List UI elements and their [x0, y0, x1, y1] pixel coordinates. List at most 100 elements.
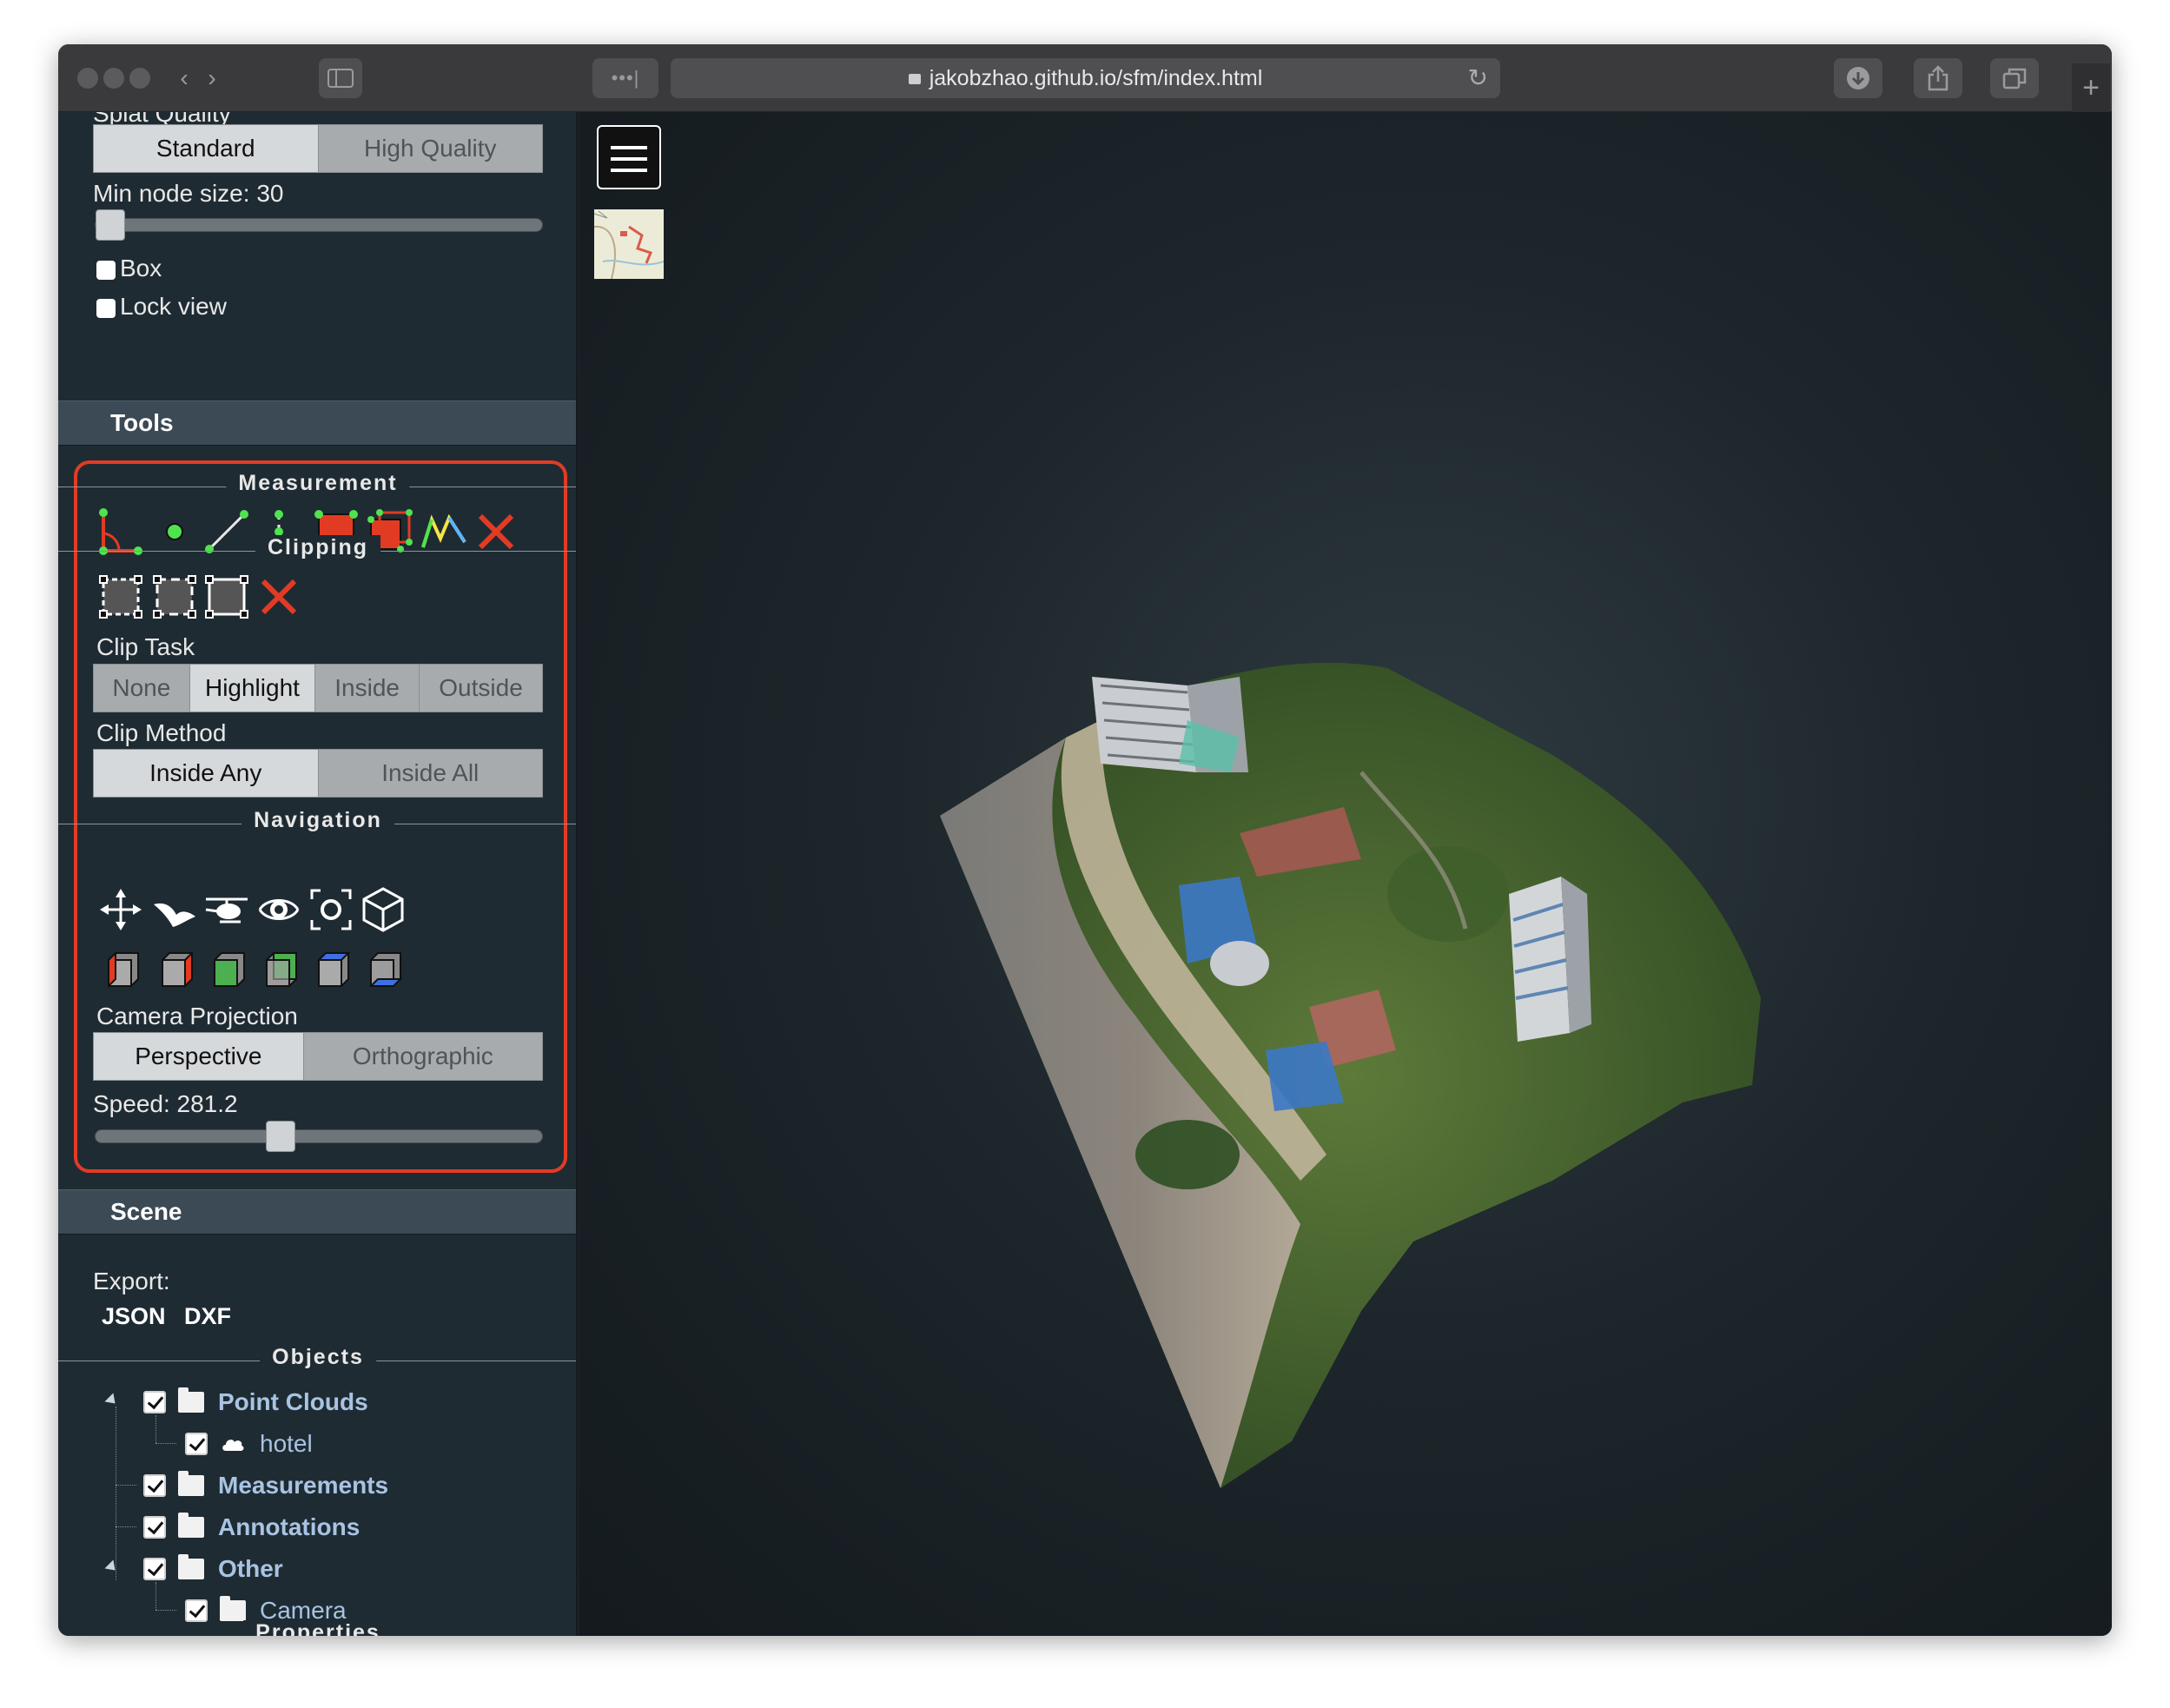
clip-volume-icon[interactable]	[96, 573, 145, 621]
measurements-checkbox[interactable]	[143, 1474, 166, 1497]
scene-section-header[interactable]: Scene	[58, 1189, 576, 1235]
sidebar: Splat Quality Standard High Quality Min …	[58, 112, 578, 1636]
navigation-title: Navigation	[241, 808, 394, 833]
earth-controls-icon[interactable]	[96, 885, 145, 934]
bottom-view-icon[interactable]	[359, 946, 407, 995]
box-checkbox[interactable]	[96, 261, 116, 280]
orthographic-button[interactable]: Orthographic	[303, 1033, 542, 1080]
objects-title: Objects	[260, 1345, 376, 1370]
point-cloud-render[interactable]	[579, 112, 2112, 1636]
share-button[interactable]	[1914, 58, 1962, 98]
clip-polygon-icon[interactable]	[150, 573, 199, 621]
right-view-icon[interactable]	[150, 946, 199, 995]
lock-view-checkbox[interactable]	[96, 299, 116, 318]
sidebar-toggle-button[interactable]	[319, 58, 362, 98]
point-cloud-viewer[interactable]	[579, 112, 2112, 1636]
tree-cluster	[1387, 846, 1509, 942]
measurement-title: Measurement	[226, 471, 410, 496]
reload-icon[interactable]: ↻	[1468, 58, 1488, 98]
focus-icon[interactable]	[307, 885, 355, 934]
tree-item-label: Point Clouds	[218, 1388, 368, 1415]
tree-item-label: hotel	[260, 1430, 313, 1457]
other-checkbox[interactable]	[143, 1558, 166, 1580]
tabs-overview-button[interactable]	[1990, 58, 2039, 98]
folder-icon	[178, 1513, 204, 1538]
export-dxf-link[interactable]: DXF	[184, 1303, 231, 1330]
tree-item-label: Other	[218, 1555, 283, 1582]
splat-high-quality-button[interactable]: High Quality	[318, 125, 542, 172]
close-window-button[interactable]	[77, 68, 98, 89]
forward-icon[interactable]: ›	[199, 58, 225, 98]
download-icon	[1847, 67, 1869, 89]
orbit-controls-icon[interactable]	[255, 885, 303, 934]
url-text: jakobzhao.github.io/sfm/index.html	[929, 66, 1263, 90]
tree-item-measurements[interactable]: Measurements	[143, 1466, 388, 1505]
clip-screen-box-icon[interactable]	[202, 573, 251, 621]
folder-icon	[178, 1471, 204, 1496]
back-view-icon[interactable]	[255, 946, 303, 995]
minimize-window-button[interactable]	[103, 68, 124, 89]
tabs-icon	[2002, 68, 2027, 89]
folder-icon	[178, 1387, 204, 1413]
properties-title: Properties	[243, 1620, 393, 1636]
clip-task-inside-button[interactable]: Inside	[315, 665, 420, 712]
expand-other-icon[interactable]	[104, 1559, 120, 1575]
min-node-size-slider[interactable]	[95, 209, 543, 241]
cloud-icon	[222, 1440, 244, 1451]
export-json-link[interactable]: JSON	[102, 1303, 166, 1330]
measurement-divider: Measurement	[58, 469, 576, 504]
address-bar[interactable]: jakobzhao.github.io/sfm/index.html ↻	[671, 58, 1500, 98]
tools-section-header[interactable]: Tools	[58, 401, 576, 446]
hotel-checkbox[interactable]	[185, 1433, 208, 1455]
speed-slider-thumb[interactable]	[266, 1121, 295, 1152]
clip-method-inside-any-button[interactable]: Inside Any	[94, 750, 319, 797]
tree-item-label: Annotations	[218, 1513, 361, 1540]
dome	[1210, 941, 1269, 986]
clip-task-label: Clip Task	[96, 633, 195, 660]
tree-item-annotations[interactable]: Annotations	[143, 1508, 360, 1546]
tree-item-hotel[interactable]: hotel	[185, 1425, 313, 1463]
helicopter-controls-icon[interactable]	[202, 885, 251, 934]
properties-divider: Properties	[58, 1619, 576, 1636]
top-view-icon[interactable]	[307, 946, 355, 995]
speed-label: Speed: 281.2	[93, 1090, 238, 1117]
splat-quality-toggle: Standard High Quality	[93, 124, 543, 173]
point-clouds-checkbox[interactable]	[143, 1391, 166, 1413]
clipping-divider: Clipping	[58, 533, 576, 568]
speed-slider[interactable]	[95, 1121, 543, 1152]
splat-standard-button[interactable]: Standard	[94, 125, 319, 172]
remove-clipping-icon[interactable]	[255, 573, 303, 621]
navigation-cube-icon[interactable]	[359, 885, 407, 934]
reader-button[interactable]: •••|	[592, 58, 658, 98]
browser-window: ‹ › •••| jakobzhao.github.io/sfm/index.h…	[58, 44, 2112, 1636]
back-icon[interactable]: ‹	[171, 58, 197, 98]
clip-method-inside-all-button[interactable]: Inside All	[318, 750, 542, 797]
browser-title-bar: ‹ › •••| jakobzhao.github.io/sfm/index.h…	[58, 44, 2112, 112]
hotel-tower-right	[1509, 877, 1591, 1042]
lock-view-label: Lock view	[120, 293, 227, 320]
downloads-button[interactable]	[1834, 58, 1882, 98]
clip-task-outside-button[interactable]: Outside	[420, 665, 543, 712]
left-view-icon[interactable]	[96, 946, 145, 995]
box-label: Box	[120, 255, 162, 281]
lock-icon	[908, 74, 921, 84]
sidebar-icon	[327, 69, 354, 88]
fly-controls-icon[interactable]	[150, 885, 199, 934]
new-tab-button[interactable]: +	[2072, 63, 2110, 112]
min-node-size-slider-thumb[interactable]	[96, 209, 125, 241]
tree-item-point-clouds[interactable]: Point Clouds	[143, 1383, 368, 1421]
zoom-window-button[interactable]	[129, 68, 150, 89]
export-label: Export:	[93, 1268, 170, 1294]
expand-point-clouds-icon[interactable]	[104, 1393, 120, 1408]
front-view-icon[interactable]	[202, 946, 251, 995]
tree-item-label: Measurements	[218, 1472, 389, 1499]
clip-task-highlight-button[interactable]: Highlight	[189, 665, 316, 712]
camera-projection-toggle: Perspective Orthographic	[93, 1032, 543, 1081]
clip-task-none-button[interactable]: None	[94, 665, 190, 712]
clip-method-toggle: Inside Any Inside All	[93, 749, 543, 798]
tree-item-other[interactable]: Other	[143, 1550, 283, 1588]
annotations-checkbox[interactable]	[143, 1516, 166, 1539]
objects-divider: Objects	[58, 1343, 576, 1378]
tree-cluster	[1135, 1120, 1240, 1189]
perspective-button[interactable]: Perspective	[94, 1033, 304, 1080]
